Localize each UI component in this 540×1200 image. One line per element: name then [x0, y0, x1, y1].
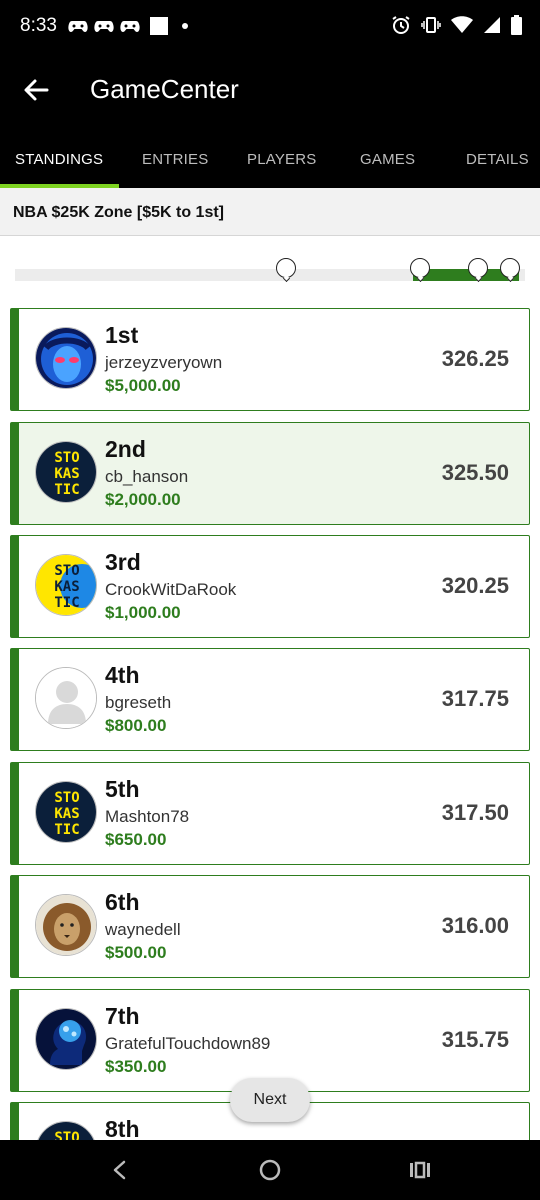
- svg-text:TIC: TIC: [54, 595, 79, 611]
- battery-icon: [511, 15, 522, 35]
- prize-amount: $350.00: [105, 1057, 167, 1076]
- slider-marker[interactable]: [468, 258, 488, 278]
- tab-games[interactable]: GAMES: [360, 151, 415, 168]
- prize-amount: $800.00: [105, 716, 167, 735]
- username: waynedell: [105, 920, 181, 939]
- app-bar: GameCenter: [0, 54, 540, 140]
- standing-card[interactable]: STO KAS TIC 5th Mashton78 $650.00 317.50: [10, 762, 530, 865]
- wifi-icon: [451, 16, 473, 33]
- rank-label: 4th: [105, 662, 140, 688]
- status-system-icons: [391, 15, 522, 35]
- fantasy-score: 316.00: [441, 913, 509, 938]
- svg-text:KAS: KAS: [54, 806, 79, 822]
- contest-header: NBA $25K Zone [$5K to 1st]: [0, 188, 540, 236]
- rank-label: 5th: [105, 776, 140, 802]
- status-notification-icons: [68, 17, 188, 35]
- username: jerzeyzveryown: [105, 353, 223, 372]
- next-button[interactable]: Next: [230, 1078, 310, 1122]
- standings-slider[interactable]: [0, 246, 540, 292]
- slider-marker[interactable]: [410, 258, 430, 278]
- rank-label: 2nd: [105, 436, 146, 462]
- fantasy-score: 317.50: [441, 800, 509, 825]
- svg-text:STO: STO: [54, 1130, 79, 1140]
- fantasy-score: 326.25: [441, 346, 509, 371]
- slider-marker[interactable]: [276, 258, 296, 278]
- tab-bar: STANDINGS ENTRIES PLAYERS GAMES DETAILS: [0, 140, 540, 188]
- svg-text:KAS: KAS: [54, 466, 79, 482]
- default-person-avatar: [35, 667, 97, 729]
- fantasy-score: 320.25: [441, 573, 509, 598]
- arrow-left-icon[interactable]: [20, 74, 52, 106]
- home-circle-icon[interactable]: [259, 1159, 281, 1181]
- tab-players[interactable]: PLAYERS: [247, 151, 317, 168]
- svg-text:TIC: TIC: [54, 822, 79, 838]
- notification-square-icon: [150, 17, 168, 35]
- fantasy-score: 317.75: [441, 686, 509, 711]
- rank-label: 1st: [105, 322, 139, 348]
- svg-text:TIC: TIC: [54, 482, 79, 498]
- username: GratefulTouchdown89: [105, 1034, 271, 1053]
- signal-icon: [484, 17, 500, 33]
- standing-card[interactable]: 4th bgreseth $800.00 317.75: [10, 648, 530, 751]
- back-triangle-icon[interactable]: [110, 1160, 130, 1180]
- game-controller-icon: [94, 18, 114, 34]
- prize-amount: $500.00: [105, 943, 167, 962]
- username: bgreseth: [105, 693, 172, 712]
- standing-card[interactable]: STO KAS TIC 2nd cb_hanson $2,000.00 325.50: [10, 422, 530, 525]
- stokastic-logo-avatar: STO KAS TIC: [35, 781, 97, 843]
- brain-head-avatar: [35, 1008, 97, 1070]
- fantasy-score: 325.50: [441, 460, 509, 485]
- svg-text:KAS: KAS: [54, 579, 79, 595]
- prize-amount: $2,000.00: [105, 490, 181, 509]
- contest-name: NBA $25K Zone [$5K to 1st]: [13, 204, 224, 221]
- stokastic-logo-avatar: STO KAS TIC: [35, 441, 97, 503]
- alarm-icon: [392, 16, 410, 34]
- status-bar: 8:33: [0, 0, 540, 54]
- game-controller-icon: [68, 18, 88, 34]
- app-title: GameCenter: [90, 74, 239, 104]
- lion-avatar: [35, 894, 97, 956]
- svg-text:STO: STO: [54, 563, 79, 579]
- standing-card[interactable]: 7th GratefulTouchdown89 $350.00 315.75: [10, 989, 530, 1092]
- status-time: 8:33: [20, 15, 57, 36]
- rank-label: 6th: [105, 889, 140, 915]
- prize-amount: $650.00: [105, 830, 167, 849]
- tab-entries[interactable]: ENTRIES: [142, 151, 208, 168]
- vibrate-icon: [421, 17, 441, 33]
- rank-label: 8th: [105, 1116, 140, 1140]
- stokastic-logo-yellow-avatar: STO KAS TIC: [35, 554, 97, 616]
- system-nav-bar: [0, 1140, 540, 1200]
- prize-amount: $5,000.00: [105, 376, 181, 395]
- username: Mashton78: [105, 807, 190, 826]
- svg-text:STO: STO: [54, 790, 79, 806]
- dot-icon: [182, 23, 188, 29]
- svg-text:STO: STO: [54, 450, 79, 466]
- blue-alien-avatar: [35, 327, 97, 389]
- rank-label: 7th: [105, 1003, 140, 1029]
- fantasy-score: 315.75: [441, 1027, 509, 1052]
- standing-card[interactable]: STO KAS TIC 3rd CrookWitDaRook $1,000.00 3…: [10, 535, 530, 638]
- tab-standings[interactable]: STANDINGS: [15, 151, 103, 168]
- stokastic-logo-avatar: STO: [35, 1121, 97, 1140]
- standing-card[interactable]: 6th waynedell $500.00 316.00: [10, 875, 530, 978]
- game-controller-icon: [120, 18, 140, 34]
- prize-amount: $1,000.00: [105, 603, 181, 622]
- rank-label: 3rd: [105, 549, 141, 575]
- standing-card[interactable]: 1st jerzeyzveryown $5,000.00 326.25: [10, 308, 530, 411]
- recents-icon[interactable]: [408, 1160, 432, 1180]
- tab-details[interactable]: DETAILS: [466, 151, 529, 168]
- slider-marker[interactable]: [500, 258, 520, 278]
- username: cb_hanson: [105, 467, 189, 486]
- username: CrookWitDaRook: [105, 580, 237, 599]
